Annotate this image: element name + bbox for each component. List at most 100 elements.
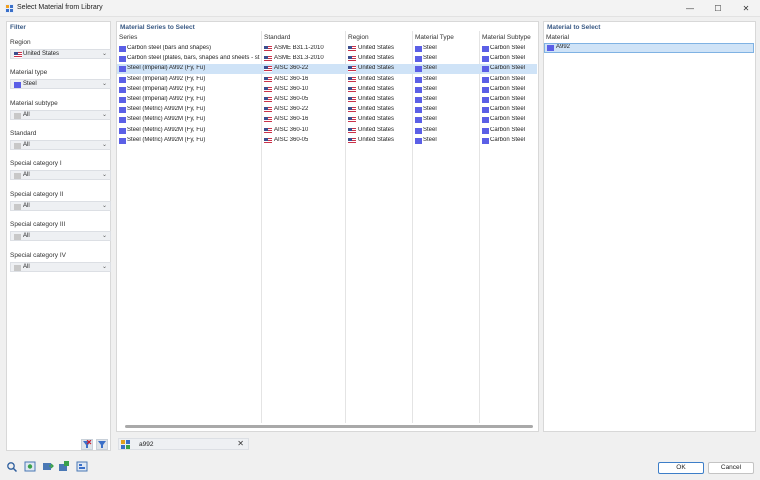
column-standard[interactable]: Standard	[264, 34, 290, 41]
standard-name: AISC 360-16	[274, 75, 309, 82]
filter-value: All	[23, 172, 30, 178]
cancel-button[interactable]: Cancel	[708, 462, 754, 474]
color-swatch-icon	[14, 204, 21, 210]
material-subtype: Carbon Steel	[490, 126, 526, 133]
search-tool-button[interactable]	[6, 461, 18, 473]
filter-value: All	[23, 233, 30, 239]
table-row[interactable]: Steel (Metric) A992M (Fy, Fu) AISC 360-22…	[117, 105, 537, 115]
library-settings-icon	[76, 461, 88, 472]
minimize-button[interactable]: —	[676, 0, 704, 17]
us-flag-icon	[264, 46, 272, 52]
maximize-icon: ☐	[714, 4, 722, 13]
clear-filter-icon	[83, 439, 92, 448]
ok-button[interactable]: OK	[658, 462, 704, 474]
steel-swatch-icon	[482, 137, 489, 144]
series-name: Steel (Imperial) A992 (Fy, Fu)	[127, 96, 206, 102]
info-tool-button[interactable]	[24, 461, 36, 472]
standard-name: AISC 360-22	[274, 65, 309, 72]
steel-swatch-icon	[119, 117, 126, 124]
import-tool-button[interactable]	[42, 461, 54, 472]
title-bar: Select Material from Library — ☐ ✕	[0, 0, 760, 17]
steel-swatch-icon	[119, 127, 126, 134]
filter-value: All	[23, 142, 30, 148]
region-name: United States	[358, 55, 395, 62]
us-flag-icon	[14, 52, 22, 58]
filter-dropdown[interactable]: All ⌄	[10, 262, 111, 272]
export-tool-button[interactable]	[58, 461, 70, 472]
region-name: United States	[358, 96, 395, 102]
steel-swatch-icon	[119, 46, 126, 52]
column-region[interactable]: Region	[348, 34, 369, 41]
color-swatch-icon	[14, 173, 21, 179]
filter-heading: Filter	[10, 24, 26, 31]
chevron-down-icon: ⌄	[101, 264, 107, 270]
steel-swatch-icon	[415, 137, 422, 144]
column-material-subtype[interactable]: Material Subtype	[482, 34, 531, 41]
steel-swatch-icon	[119, 86, 126, 93]
table-row[interactable]: Carbon steel (bars and shapes) ASME B31.1…	[117, 44, 537, 54]
steel-swatch-icon	[482, 107, 489, 114]
filter-label: Region	[10, 39, 31, 46]
material-type: Steel	[423, 85, 437, 92]
table-row[interactable]: Steel (Imperial) A992 (Fy, Fu) AISC 360-0…	[117, 95, 537, 105]
material-subtype: Carbon Steel	[490, 85, 526, 92]
search-field[interactable]: a992 ✕	[118, 438, 249, 450]
material-to-select-heading: Material to Select	[547, 24, 601, 31]
material-row[interactable]: A992	[544, 43, 754, 53]
table-row[interactable]: Steel (Metric) A992M (Fy, Fu) AISC 360-16…	[117, 115, 537, 125]
steel-swatch-icon	[415, 107, 422, 114]
color-swatch-icon	[14, 234, 21, 240]
filter-dropdown[interactable]: Steel ⌄	[10, 79, 111, 89]
table-row[interactable]: Carbon steel (plates, bars, shapes and s…	[117, 54, 537, 64]
column-material[interactable]: Material	[546, 34, 569, 41]
filter-dropdown[interactable]: All ⌄	[10, 110, 111, 120]
material-type: Steel	[423, 96, 437, 102]
standard-name: ASME B31.3-2010	[274, 55, 324, 62]
steel-swatch-icon	[547, 45, 554, 51]
series-name: Steel (Metric) A992M (Fy, Fu)	[127, 116, 206, 123]
steel-swatch-icon	[482, 97, 489, 103]
steel-swatch-icon	[482, 66, 489, 73]
filter-dropdown[interactable]: All ⌄	[10, 231, 111, 241]
material-subtype: Carbon Steel	[490, 96, 526, 102]
color-swatch-icon	[14, 113, 21, 119]
table-row[interactable]: Steel (Metric) A992M (Fy, Fu) AISC 360-05…	[117, 136, 537, 146]
table-row[interactable]: Steel (Imperial) A992 (Fy, Fu) AISC 360-1…	[117, 85, 537, 95]
steel-swatch-icon	[119, 137, 126, 144]
search-input[interactable]: a992	[139, 441, 153, 448]
material-subtype: Carbon Steel	[490, 106, 526, 113]
horizontal-scrollbar[interactable]	[125, 425, 533, 428]
clear-filter-button[interactable]	[81, 439, 93, 450]
steel-swatch-icon	[415, 66, 422, 73]
filter-dropdown[interactable]: United States ⌄	[10, 49, 111, 59]
steel-swatch-icon	[482, 46, 489, 52]
table-row[interactable]: Steel (Imperial) A992 (Fy, Fu) AISC 360-2…	[117, 64, 537, 75]
table-row[interactable]: Steel (Metric) A992M (Fy, Fu) AISC 360-10…	[117, 126, 537, 136]
close-button[interactable]: ✕	[732, 0, 760, 17]
us-flag-icon	[348, 127, 356, 134]
steel-swatch-icon	[482, 127, 489, 134]
chevron-down-icon: ⌄	[101, 233, 107, 239]
import-icon	[43, 463, 54, 470]
material-to-select-panel: Material to Select	[543, 21, 756, 432]
clear-search-icon[interactable]: ✕	[237, 439, 244, 448]
chevron-down-icon: ⌄	[101, 81, 107, 87]
column-material-type[interactable]: Material Type	[415, 34, 454, 41]
us-flag-icon	[348, 117, 356, 124]
filter-label: Standard	[10, 130, 37, 137]
steel-swatch-icon	[415, 56, 422, 63]
filter-button[interactable]	[96, 439, 108, 450]
series-name: Steel (Metric) A992M (Fy, Fu)	[127, 106, 206, 113]
steel-swatch-icon	[415, 76, 422, 83]
column-series[interactable]: Series	[119, 34, 137, 41]
filter-dropdown[interactable]: All ⌄	[10, 140, 111, 150]
filter-dropdown[interactable]: All ⌄	[10, 201, 111, 211]
filter-label: Material subtype	[10, 100, 58, 107]
region-name: United States	[358, 65, 395, 72]
close-icon: ✕	[742, 4, 750, 13]
maximize-button[interactable]: ☐	[704, 0, 732, 17]
settings-tool-button[interactable]	[76, 461, 88, 472]
us-flag-icon	[348, 56, 356, 63]
filter-dropdown[interactable]: All ⌄	[10, 170, 111, 180]
table-row[interactable]: Steel (Imperial) A992 (Fy, Fu) AISC 360-1…	[117, 75, 537, 85]
